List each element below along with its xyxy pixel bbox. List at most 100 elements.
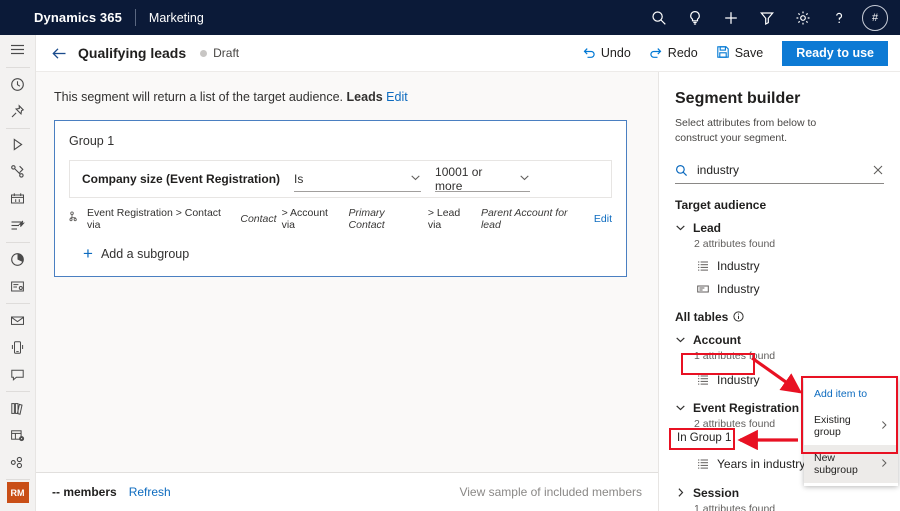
members-bar: -- members Refresh View sample of includ… — [36, 472, 658, 511]
tree-node-account-label: Account — [693, 333, 741, 347]
chevron-right-icon — [879, 458, 889, 471]
condition-operator-value: Is — [294, 172, 303, 186]
help-icon[interactable] — [821, 0, 856, 35]
user-avatar[interactable]: # — [862, 5, 888, 31]
option-set-icon — [697, 374, 709, 386]
info-icon[interactable] — [733, 311, 744, 322]
chevron-right-icon — [879, 420, 889, 433]
path-edit-link[interactable]: Edit — [594, 213, 612, 225]
search-icon[interactable] — [641, 0, 676, 35]
status-badge: Draft — [200, 46, 239, 60]
add-subgroup-label: Add a subgroup — [101, 247, 189, 261]
suite-bar-left: Dynamics 365 Marketing — [0, 9, 204, 26]
panel-subtitle: Select attributes from below to construc… — [675, 116, 861, 146]
chevron-down-icon — [410, 172, 421, 186]
panel-title: Segment builder — [675, 90, 884, 108]
back-arrow-icon[interactable] — [44, 38, 74, 68]
rail-divider — [6, 303, 30, 304]
chevron-down-icon — [519, 172, 530, 186]
chevron-down-icon — [675, 222, 686, 233]
app-window: Dynamics 365 Marketing — [0, 0, 900, 511]
target-audience-label: Target audience — [675, 198, 766, 212]
plus-icon[interactable] — [713, 0, 748, 35]
chevron-down-icon — [675, 334, 686, 345]
tree-node-lead[interactable]: Lead — [675, 221, 884, 235]
lead-attribute-count: 2 attributes found — [694, 238, 884, 250]
path-segment-1: Event Registration > Contact via — [87, 207, 235, 231]
templates-icon[interactable] — [0, 422, 36, 449]
ready-to-use-button[interactable]: Ready to use — [782, 41, 888, 66]
add-subgroup-button[interactable]: + Add a subgroup — [83, 245, 612, 262]
marketing-calendar-icon[interactable] — [0, 185, 36, 212]
add-item-context-menu: Add item to Existing group New subgroup — [804, 378, 898, 486]
context-menu-item-new-subgroup[interactable]: New subgroup — [804, 445, 898, 483]
context-menu-item-existing-group[interactable]: Existing group — [804, 407, 898, 445]
brand-label: Dynamics 365 — [34, 10, 122, 25]
recent-icon[interactable] — [0, 71, 36, 98]
analytics-icon[interactable] — [0, 246, 36, 273]
lightbulb-icon[interactable] — [677, 0, 712, 35]
path-segment-4: Primary Contact — [349, 207, 423, 231]
save-icon — [716, 45, 730, 62]
view-sample-link[interactable]: View sample of included members — [459, 485, 642, 499]
library-icon[interactable] — [0, 395, 36, 422]
pin-icon[interactable] — [0, 98, 36, 125]
members-count: -- members — [52, 485, 117, 499]
search-input[interactable]: industry — [697, 163, 872, 177]
condition-value-dropdown[interactable]: 10001 or more — [435, 167, 530, 192]
tree-node-event-registration-label: Event Registration — [693, 401, 799, 415]
save-label: Save — [735, 46, 764, 60]
context-menu-header: Add item to — [804, 381, 898, 407]
app-name-label[interactable]: Marketing — [149, 11, 204, 25]
brand-separator — [135, 9, 136, 26]
command-bar: Qualifying leads Draft Undo Redo — [36, 35, 900, 72]
path-segment-6: Parent Account for lead — [481, 207, 589, 231]
tree-node-session[interactable]: Session — [675, 486, 884, 500]
attribute-label: Years in industry — [717, 457, 805, 471]
quick-send-icon[interactable] — [0, 212, 36, 239]
rail-user-avatar[interactable]: RM — [7, 482, 29, 502]
context-menu-item-label: New subgroup — [814, 452, 879, 476]
save-button[interactable]: Save — [707, 39, 773, 67]
group-title: Group 1 — [69, 134, 612, 148]
rail-divider — [6, 242, 30, 243]
redo-button[interactable]: Redo — [640, 39, 707, 67]
mobile-icon[interactable] — [0, 334, 36, 361]
path-segment-2: Contact — [240, 213, 276, 225]
hamburger-menu-icon[interactable] — [0, 35, 36, 64]
option-set-icon — [697, 260, 709, 272]
tree-node-account[interactable]: Account — [675, 333, 884, 347]
intro-edit-link[interactable]: Edit — [386, 90, 408, 104]
option-set-icon — [697, 458, 709, 470]
form-icon[interactable] — [0, 273, 36, 300]
gear-icon[interactable] — [785, 0, 820, 35]
rail-divider — [6, 67, 30, 68]
refresh-link[interactable]: Refresh — [129, 485, 171, 499]
segments-icon[interactable] — [0, 449, 36, 476]
email-icon[interactable] — [0, 307, 36, 334]
context-menu-item-label: Existing group — [814, 414, 879, 438]
close-icon[interactable] — [872, 164, 884, 176]
target-audience-heading: Target audience — [675, 198, 884, 212]
rail-divider — [6, 479, 30, 480]
attribute-search[interactable]: industry — [675, 158, 884, 184]
customer-journey-icon[interactable] — [0, 158, 36, 185]
page-title: Qualifying leads — [78, 45, 186, 61]
search-icon — [675, 164, 688, 177]
status-label: Draft — [213, 46, 239, 60]
relationship-icon — [69, 211, 82, 227]
filter-icon[interactable] — [749, 0, 784, 35]
command-bar-actions: Undo Redo Save Ready to use — [573, 39, 900, 67]
attribute-lead-industry-optionset[interactable]: Industry — [697, 259, 884, 273]
redo-label: Redo — [668, 46, 698, 60]
message-icon[interactable] — [0, 361, 36, 388]
intro-prefix: This segment will return a list of the t… — [54, 90, 343, 104]
play-icon[interactable] — [0, 132, 36, 159]
annotation-in-group-label: In Group 1 — [672, 430, 736, 446]
attribute-label: Industry — [717, 373, 760, 387]
attribute-lead-industry-text[interactable]: Industry — [697, 282, 884, 296]
undo-button[interactable]: Undo — [573, 39, 640, 67]
condition-operator-dropdown[interactable]: Is — [294, 167, 421, 192]
text-field-icon — [697, 283, 709, 295]
attribute-label: Industry — [717, 282, 760, 296]
